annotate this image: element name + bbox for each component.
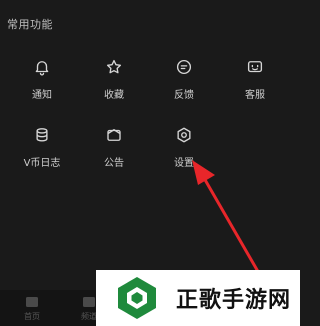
coin-stack-icon bbox=[36, 128, 48, 142]
function-notification[interactable]: 通知 bbox=[5, 58, 79, 108]
tab-home[interactable]: 首页 bbox=[12, 296, 52, 322]
function-label: V币日志 bbox=[23, 158, 61, 169]
watermark: 正歌手游网 bbox=[96, 270, 300, 326]
channel-icon bbox=[83, 297, 95, 307]
tab-label: 首页 bbox=[24, 312, 40, 321]
function-label: 反馈 bbox=[174, 90, 194, 101]
function-vcoin-log[interactable]: V币日志 bbox=[5, 126, 79, 176]
gear-icon bbox=[177, 127, 191, 143]
function-label: 通知 bbox=[32, 90, 52, 101]
announcement-icon bbox=[107, 129, 121, 141]
function-customer-service[interactable]: 客服 bbox=[218, 58, 292, 108]
watermark-logo-icon bbox=[118, 277, 156, 319]
function-favorites[interactable]: 收藏 bbox=[77, 58, 151, 108]
function-label: 设置 bbox=[174, 158, 194, 169]
customer-service-icon bbox=[247, 61, 263, 73]
function-feedback[interactable]: 反馈 bbox=[147, 58, 221, 108]
function-label: 收藏 bbox=[104, 90, 124, 101]
feedback-icon bbox=[176, 59, 192, 75]
function-announcement[interactable]: 公告 bbox=[77, 126, 151, 176]
home-icon bbox=[26, 297, 38, 307]
tab-label: 频道 bbox=[81, 312, 97, 321]
section-title: 常用功能 bbox=[7, 18, 53, 31]
function-label: 公告 bbox=[104, 158, 124, 169]
function-settings[interactable]: 设置 bbox=[147, 126, 221, 176]
star-icon bbox=[106, 59, 122, 74]
function-label: 客服 bbox=[245, 90, 265, 101]
watermark-text: 正歌手游网 bbox=[176, 288, 292, 313]
bell-icon bbox=[35, 61, 49, 76]
